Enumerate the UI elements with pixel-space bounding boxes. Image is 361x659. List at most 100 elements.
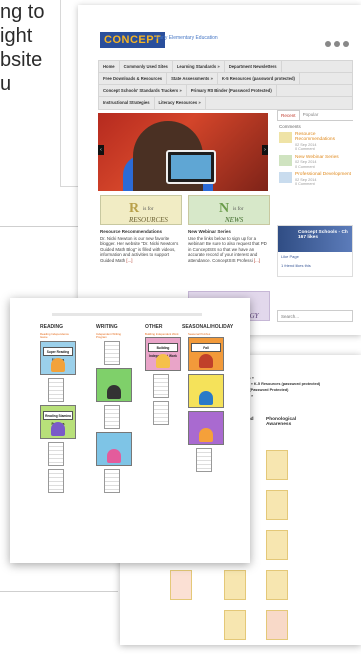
worksheet-thumbnail[interactable] [48,377,64,402]
nav-item[interactable]: Learning Standards » [173,61,225,72]
social-icon[interactable] [334,41,340,47]
worksheet-thumbnail[interactable] [48,468,64,493]
character-icon [51,421,65,436]
recent-post-comments: 0 Comment [295,147,315,152]
post-thumb [279,132,292,143]
nav-item[interactable]: Concept Schools' Standards Trackers » [99,85,187,96]
worksheet-thumbnail[interactable] [104,468,120,493]
resource-thumbnail[interactable] [224,570,246,600]
post-card[interactable]: N is for NEWS New Webinar Series Use the… [188,195,270,263]
book-cover[interactable]: Super Reading Stamina [40,340,76,375]
social-icon[interactable] [343,41,349,47]
n-news-icon: N is for NEWS [219,201,244,224]
facebook-page-name[interactable]: Concept Schools - Ch 167 likes [298,230,352,240]
recent-post-title[interactable]: Resource Recommendations [295,132,351,143]
slider-prev-icon[interactable]: ‹ [98,145,104,155]
book-cover[interactable] [96,431,132,466]
post-card-title[interactable]: New Webinar Series [188,229,270,234]
social-icon[interactable] [325,41,331,47]
book-title: Reading Stamina Partners [43,410,73,426]
tab-recent[interactable]: Recent [277,110,300,120]
svg-text:R: R [129,201,140,216]
worksheet-thumbnail[interactable] [196,448,212,473]
column-header-writing: WRITING [96,324,118,330]
resource-caption[interactable]: Independent Writing Program [96,332,132,340]
nav-item[interactable]: Literacy Resources » [155,97,206,109]
worksheet-thumbnail[interactable] [104,340,120,365]
nav-row: Concept Schools' Standards Trackers » Pr… [99,85,352,97]
resource-caption[interactable]: Building Independent Work [145,332,181,336]
nav-item[interactable]: Commonly Used Sites [120,61,173,72]
book-cover[interactable]: Fall [188,337,224,372]
resource-caption[interactable]: Seasonal Puzzles [188,332,224,336]
nav-item[interactable]: Free Downloads & Resources [99,73,168,84]
facebook-cover: Concept Schools - Ch 167 likes [278,226,352,252]
slider-next-icon[interactable]: › [262,145,268,155]
facebook-like-button[interactable]: Like Page [278,252,352,261]
search-input[interactable]: Search... [277,310,353,322]
frame-divider [0,591,118,592]
intro-line: ight [0,25,33,47]
book-cover[interactable]: Building Independent Work [145,337,181,372]
book-cover[interactable]: Reading Stamina Partners [40,404,76,439]
resource-thumbnail[interactable] [266,530,288,560]
intro-line: bsite [0,49,43,71]
resource-thumbnail[interactable] [266,490,288,520]
book-cover[interactable] [188,411,224,446]
hero-slider-image[interactable]: ‹ › [98,113,268,191]
tablet-icon [166,150,216,184]
resource-thumbnail[interactable] [170,570,192,600]
resource-caption[interactable]: Reading Independence Game [40,332,76,340]
intro-line: ng to [0,1,45,23]
character-icon [199,391,213,406]
facebook-friends: 1 friend likes this [281,263,311,268]
post-card-excerpt: Use the links below to sign up for a web… [188,236,267,263]
worksheet-thumbnail[interactable] [153,374,169,399]
book-title: Fall [191,343,221,353]
recent-post[interactable]: New Webinar Series 02 Sep 2014 0 Comment [279,154,351,169]
resource-thumbnail[interactable] [224,610,246,640]
post-card-image: N is for NEWS [188,195,270,225]
nav-item[interactable]: Primary RtI Binder (Password Protected) [187,85,277,96]
nav-item[interactable]: State Assessments » [167,73,218,84]
character-icon [107,448,121,463]
book-title: Building Independent Work [148,343,178,358]
seasonal-column: Seasonal Puzzles Fall [188,332,224,475]
nav-item[interactable]: Home [99,61,120,72]
tab-popular[interactable]: Popular [300,110,322,120]
worksheet-thumbnail[interactable] [104,404,120,429]
recent-post-comments: 0 Comment [295,164,315,169]
nav-item[interactable]: Instructional Strategies [99,97,155,109]
svg-text:RESOURCES: RESOURCES [128,216,168,224]
nav-row: Home Commonly Used Sites Learning Standa… [99,61,352,73]
reading-column: Reading Independence Game Super Reading … [40,332,76,496]
character-icon [51,357,65,372]
worksheet-thumbnail[interactable] [48,441,64,466]
post-card[interactable]: R is for RESOURCES Resource Recommendati… [100,195,182,263]
frame-divider [60,0,61,186]
book-cover[interactable] [188,374,224,409]
resource-thumbnail[interactable] [266,610,288,640]
sidebar-tabs: Recent Popular [277,110,353,121]
column-header-seasonal: SEASONAL/HOLIDAY [182,324,234,330]
nav-item[interactable]: K-5 Resources (password protected) [218,73,300,84]
intro-text: ng to ight bsite u [0,0,60,96]
site-header: CONCEPT Early Elementary Education [78,5,361,57]
website-screenshot: CONCEPT Early Elementary Education Home … [78,5,361,335]
recent-post-title[interactable]: Professional Development [295,172,351,177]
resource-thumbnail[interactable] [266,450,288,480]
recent-post[interactable]: Professional Development 02 Sep 2014 0 C… [279,172,351,186]
column-header-reading: READING [40,324,64,330]
worksheet-thumbnail[interactable] [153,401,169,426]
site-tagline: Early Elementary Education [156,35,218,41]
svg-text:is for: is for [233,207,244,212]
post-thumb [279,172,292,184]
post-card-title[interactable]: Resource Recommendations [100,229,182,234]
resource-thumbnail[interactable] [266,570,288,600]
nav-item[interactable]: Department Newsletters [225,61,282,72]
svg-text:NEWS: NEWS [224,216,244,224]
facebook-widget[interactable]: Concept Schools - Ch 167 likes Like Page… [277,225,353,277]
recent-post[interactable]: Resource Recommendations 02 Sep 2014 0 C… [279,132,351,152]
column-header: Phonological Awareness [266,417,297,427]
book-cover[interactable] [96,367,132,402]
